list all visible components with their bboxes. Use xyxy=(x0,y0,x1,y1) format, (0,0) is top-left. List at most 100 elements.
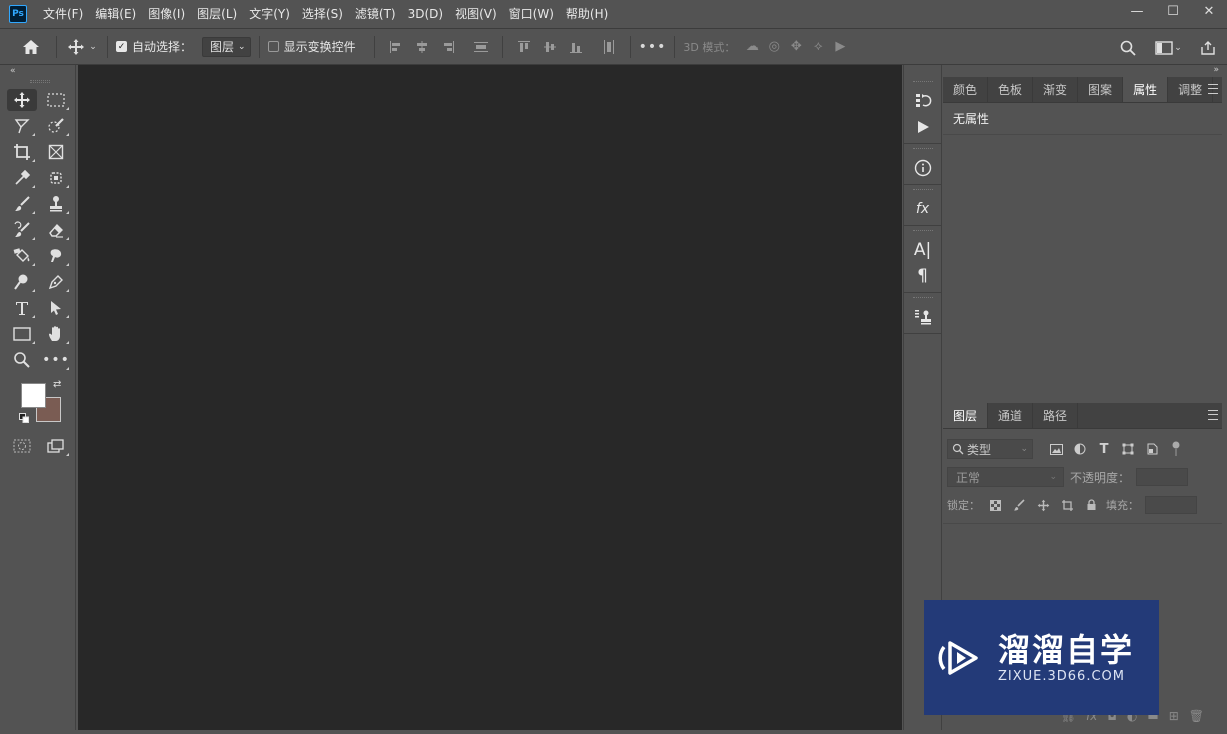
checkbox-checked-icon[interactable]: ✓ xyxy=(116,41,127,52)
move-tool-preset-icon[interactable] xyxy=(65,34,87,60)
lock-all-icon[interactable] xyxy=(1082,496,1100,514)
rectangle-tool-icon[interactable] xyxy=(7,323,37,345)
default-colors-icon[interactable] xyxy=(19,413,29,423)
crop-tool-icon[interactable] xyxy=(7,141,37,163)
foreground-color-swatch[interactable] xyxy=(21,383,46,408)
edit-toolbar-icon[interactable]: ••• xyxy=(41,349,71,371)
filter-type-layers-icon[interactable]: T xyxy=(1095,440,1113,458)
tab-gradients[interactable]: 渐变 xyxy=(1033,77,1079,102)
close-button[interactable]: ✕ xyxy=(1191,0,1227,22)
roll-3d-icon[interactable]: ◎ xyxy=(763,34,785,60)
panel-grip[interactable] xyxy=(912,297,933,300)
minimize-button[interactable]: — xyxy=(1119,0,1155,22)
auto-select-target-dropdown[interactable]: 图层 ⌄ xyxy=(202,36,251,57)
eyedropper-tool-icon[interactable] xyxy=(7,167,37,189)
styles-fx-panel-icon[interactable]: fx xyxy=(904,196,941,222)
paragraph-panel-icon[interactable]: ¶ xyxy=(904,263,941,289)
panel-grip[interactable] xyxy=(29,80,50,83)
dodge-tool-icon[interactable] xyxy=(7,271,37,293)
menu-3d[interactable]: 3D(D) xyxy=(402,0,449,28)
tab-properties[interactable]: 属性 xyxy=(1123,77,1169,102)
pan-3d-icon[interactable]: ✥ xyxy=(785,34,807,60)
smudge-tool-icon[interactable] xyxy=(41,245,71,267)
panel-grip[interactable] xyxy=(912,230,933,233)
swap-colors-icon[interactable]: ⇄ xyxy=(53,379,61,390)
screen-mode-icon[interactable] xyxy=(41,435,71,457)
tab-layers[interactable]: 图层 xyxy=(943,403,989,428)
menu-file[interactable]: 文件(F) xyxy=(37,0,89,28)
align-top-icon[interactable] xyxy=(516,39,532,55)
clone-source-panel-icon[interactable] xyxy=(904,304,941,330)
distribute-horizontal-icon[interactable] xyxy=(601,39,617,55)
tab-channels[interactable]: 通道 xyxy=(988,403,1034,428)
blend-mode-dropdown[interactable]: 正常 ⌄ xyxy=(947,467,1064,487)
home-icon[interactable] xyxy=(20,34,42,60)
menu-type[interactable]: 文字(Y) xyxy=(243,0,296,28)
align-bottom-icon[interactable] xyxy=(568,39,584,55)
opacity-input[interactable] xyxy=(1136,468,1189,486)
filter-shape-layers-icon[interactable] xyxy=(1119,440,1137,458)
canvas-area[interactable] xyxy=(78,65,902,730)
layer-filter-dropdown[interactable]: 类型 ⌄ xyxy=(947,439,1033,459)
align-vertical-center-icon[interactable] xyxy=(542,39,558,55)
distribute-vertical-icon[interactable] xyxy=(473,39,489,55)
scale-3d-icon[interactable]: ▶ xyxy=(829,34,851,60)
align-horizontal-center-icon[interactable] xyxy=(414,39,430,55)
path-selection-tool-icon[interactable] xyxy=(41,297,71,319)
rectangular-marquee-tool-icon[interactable] xyxy=(41,89,71,111)
auto-select-checkbox[interactable]: ✓ 自动选择： xyxy=(116,38,192,55)
tab-swatches[interactable]: 色板 xyxy=(988,77,1034,102)
filter-pixel-layers-icon[interactable] xyxy=(1047,440,1065,458)
quick-selection-tool-icon[interactable] xyxy=(41,115,71,137)
panel-grip[interactable] xyxy=(912,189,933,192)
tab-color[interactable]: 颜色 xyxy=(943,77,989,102)
new-layer-icon[interactable]: ⊞ xyxy=(1169,709,1179,723)
menu-filter[interactable]: 滤镜(T) xyxy=(349,0,402,28)
menu-window[interactable]: 窗口(W) xyxy=(503,0,560,28)
filter-smart-objects-icon[interactable] xyxy=(1143,440,1161,458)
menu-edit[interactable]: 编辑(E) xyxy=(89,0,142,28)
tab-patterns[interactable]: 图案 xyxy=(1078,77,1124,102)
expand-panels-button[interactable]: » xyxy=(1213,65,1219,75)
delete-layer-icon[interactable]: 🗑 xyxy=(1189,709,1204,723)
share-icon[interactable] xyxy=(1197,35,1219,61)
panel-grip[interactable] xyxy=(912,81,933,84)
history-brush-tool-icon[interactable] xyxy=(7,219,37,241)
menu-select[interactable]: 选择(S) xyxy=(296,0,349,28)
panel-menu-icon[interactable] xyxy=(1208,84,1218,94)
lock-transparent-pixels-icon[interactable] xyxy=(986,496,1004,514)
chevron-down-icon[interactable]: ⌄ xyxy=(1167,35,1189,61)
character-panel-icon[interactable]: A| xyxy=(904,237,941,263)
orbit-3d-icon[interactable]: ☁ xyxy=(741,34,763,60)
brush-tool-icon[interactable] xyxy=(7,193,37,215)
info-panel-icon[interactable] xyxy=(904,155,941,181)
menu-help[interactable]: 帮助(H) xyxy=(560,0,614,28)
menu-view[interactable]: 视图(V) xyxy=(449,0,503,28)
hand-tool-icon[interactable] xyxy=(41,323,71,345)
fill-input[interactable] xyxy=(1145,496,1197,514)
eraser-tool-icon[interactable] xyxy=(41,219,71,241)
clone-stamp-tool-icon[interactable] xyxy=(41,193,71,215)
lasso-tool-icon[interactable] xyxy=(7,115,37,137)
zoom-tool-icon[interactable] xyxy=(7,349,37,371)
lock-artboard-icon[interactable] xyxy=(1058,496,1076,514)
actions-panel-icon[interactable] xyxy=(904,114,941,140)
slide-3d-icon[interactable]: ⟡ xyxy=(807,34,829,60)
show-transform-checkbox[interactable]: 显示变换控件 xyxy=(267,38,356,55)
move-tool-icon[interactable] xyxy=(7,89,37,111)
pen-tool-icon[interactable] xyxy=(41,271,71,293)
checkbox-unchecked-icon[interactable] xyxy=(267,41,279,52)
quick-mask-icon[interactable] xyxy=(7,435,37,457)
menu-image[interactable]: 图像(I) xyxy=(142,0,191,28)
paint-bucket-tool-icon[interactable] xyxy=(7,245,37,267)
tab-adjustments[interactable]: 调整 xyxy=(1168,77,1214,102)
panel-menu-icon[interactable] xyxy=(1208,410,1218,420)
toolbox-collapse-button[interactable]: « xyxy=(4,65,75,77)
maximize-button[interactable]: ☐ xyxy=(1155,0,1191,22)
align-right-icon[interactable] xyxy=(440,39,456,55)
align-left-icon[interactable] xyxy=(388,39,404,55)
lock-position-icon[interactable] xyxy=(1034,496,1052,514)
type-tool-icon[interactable] xyxy=(7,297,37,319)
panel-grip[interactable] xyxy=(912,148,933,151)
tab-paths[interactable]: 路径 xyxy=(1033,403,1079,428)
